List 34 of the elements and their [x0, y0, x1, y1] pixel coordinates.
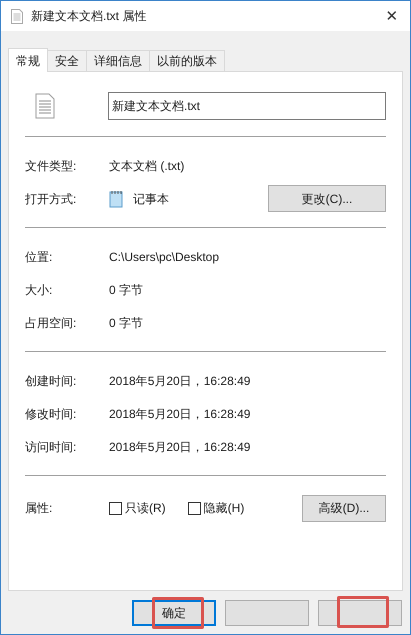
checkbox[interactable]: [188, 502, 201, 514]
field-label: 位置:: [25, 248, 54, 266]
field-value: 0 字节: [109, 314, 144, 332]
checkbox-label: 只读(R): [125, 500, 166, 517]
tab[interactable]: 以前的版本: [149, 50, 225, 71]
field-label: 打开方式:: [25, 190, 78, 208]
notepad-icon: [109, 190, 123, 208]
field-value: 记事本: [133, 190, 170, 208]
field-value: 2018年5月20日，16:28:49: [109, 438, 250, 456]
tab[interactable]: 常规: [8, 48, 48, 72]
field-label: 大小:: [25, 282, 54, 298]
field-value: C:\Users\pc\Desktop: [109, 248, 220, 266]
field-label: 修改时间:: [25, 406, 78, 422]
window-title: 新建文本文档.txt 属性: [31, 8, 148, 25]
checkbox-label: 隐藏(H): [204, 500, 244, 517]
close-button[interactable]: ✕: [382, 6, 402, 26]
highlight-frame: [152, 597, 204, 629]
field-label: 占用空间:: [25, 314, 78, 332]
field-value: 2018年5月20日，16:28:49: [109, 372, 250, 390]
field-label: 文件类型:: [25, 158, 78, 174]
field-label: 创建时间:: [25, 372, 78, 390]
checkbox[interactable]: [109, 502, 122, 514]
advanced-button[interactable]: 高级(D)...: [302, 494, 386, 522]
field-label: 属性:: [25, 500, 54, 517]
document-icon: [35, 93, 55, 119]
document-icon: [11, 8, 23, 24]
field-label: 访问时间:: [25, 438, 78, 456]
field-value: 文本文档 (.txt): [109, 158, 184, 174]
highlight-frame: [337, 596, 389, 628]
field-value: 0 字节: [109, 282, 144, 298]
field-value: 2018年5月20日，16:28:49: [109, 406, 250, 422]
change-button[interactable]: 更改(C)...: [268, 185, 386, 212]
ok-button[interactable]: 确定: [132, 600, 216, 626]
file-name-field[interactable]: 新建文本文档.txt: [108, 92, 386, 120]
